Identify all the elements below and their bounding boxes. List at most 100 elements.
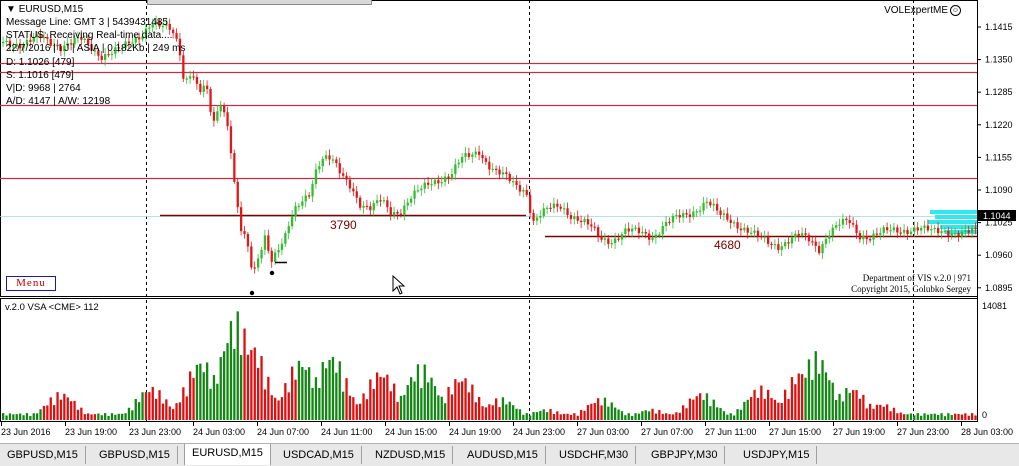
- candle-body: [597, 227, 600, 237]
- volume-bar: [8, 413, 12, 420]
- info-line: STATUS: Receiving Real-time data....: [6, 30, 173, 42]
- volume-bar: [158, 390, 161, 420]
- chart-canvas[interactable]: 3790 4680 1.1415 1.1350 1.1285 1.1220 1.1155…: [0, 0, 1019, 465]
- symbol-title[interactable]: ▼ EURUSD,M15: [6, 3, 83, 16]
- volume-bar: [882, 406, 885, 420]
- candle-body: [229, 126, 233, 154]
- candle-body: [892, 227, 896, 231]
- candle-body: [362, 205, 365, 208]
- candle-body: [974, 228, 977, 230]
- volume-bar: [246, 354, 250, 420]
- swing-low-marker: [249, 290, 255, 296]
- candle-body: [780, 246, 783, 250]
- volume-bar: [365, 399, 369, 420]
- volume-max-label: 14081: [982, 301, 1007, 311]
- volume-bar: [420, 388, 423, 420]
- candle-body: [913, 227, 916, 232]
- candle-body: [947, 230, 950, 237]
- candle-body: [284, 233, 287, 244]
- candle-body: [777, 244, 780, 250]
- volume-bar: [216, 383, 219, 420]
- candle-body: [903, 229, 906, 233]
- volume-bar: [512, 405, 515, 420]
- tab-gbpusd-m15[interactable]: GBPUSD,M15: [0, 446, 86, 464]
- candle-body: [593, 226, 596, 228]
- candle-body: [450, 174, 454, 179]
- candle-body: [739, 228, 743, 231]
- volume-bar: [107, 415, 110, 420]
- volume-bar: [699, 393, 702, 420]
- time-tick-label: 27 Jun 23:00: [897, 427, 949, 437]
- volume-bar: [53, 405, 56, 420]
- volume-bar: [321, 362, 324, 420]
- volume-bar: [937, 414, 940, 420]
- expert-badge[interactable]: VOLExpertME ☺: [884, 5, 961, 16]
- tab-gbpjpy-m30[interactable]: GBPJPY,M30: [644, 446, 726, 464]
- tab-usdchf-m30[interactable]: USDCHF,M30: [552, 446, 637, 464]
- volume-bar: [25, 413, 29, 420]
- volume-bar: [32, 413, 35, 420]
- volume-bar: [552, 414, 556, 420]
- volume-bar: [433, 386, 437, 420]
- tab-eurusd-m15[interactable]: EURUSD,M15: [184, 444, 271, 465]
- candle-body: [770, 243, 773, 246]
- volume-bar: [518, 409, 522, 420]
- candle-body: [675, 214, 678, 217]
- volume-bar: [753, 389, 756, 420]
- time-tick-label: 27 Jun 03:00: [577, 427, 629, 437]
- candle-body: [280, 243, 284, 250]
- candle-body: [365, 205, 369, 208]
- tab-audusd-m15[interactable]: AUDUSD,M15: [460, 446, 546, 464]
- candle-body: [960, 231, 964, 237]
- tab-usdcad-m15[interactable]: USDCAD,M15: [276, 446, 362, 464]
- volume-bar: [889, 411, 892, 420]
- volume-bar: [219, 357, 222, 420]
- candle-body: [291, 215, 294, 227]
- candle-body: [369, 206, 372, 211]
- volume-bar: [270, 395, 273, 420]
- candle-body: [678, 214, 681, 218]
- candle-body: [930, 228, 933, 231]
- volume-bar: [821, 360, 824, 420]
- volume-bar: [42, 405, 46, 420]
- candle-body: [651, 237, 654, 240]
- volume-bar: [685, 408, 688, 420]
- tab-gbpusd-m15[interactable]: GBPUSD,M15: [92, 446, 178, 464]
- candle-body: [552, 203, 556, 209]
- candle-body: [916, 227, 919, 231]
- candle-body: [243, 231, 246, 235]
- volume-bar: [498, 407, 501, 420]
- info-line: 22/7/2016 | I J | ASIA | 0.182Kb | 249 m…: [6, 43, 186, 55]
- candle-body: [501, 172, 505, 175]
- tab-usdjpy-m15[interactable]: USDJPY,M15: [736, 446, 818, 464]
- volume-bar: [413, 381, 416, 420]
- tab-nzdusd-m15[interactable]: NZDUSD,M15: [368, 446, 454, 464]
- volume-bar: [794, 384, 797, 420]
- volume-bar: [386, 374, 389, 420]
- candle-body: [304, 195, 307, 202]
- menu-button[interactable]: Menu: [6, 276, 56, 291]
- candle-body: [603, 238, 607, 240]
- volume-bar: [600, 405, 603, 420]
- volume-bar: [634, 413, 637, 420]
- volume-bar: [331, 356, 335, 420]
- candle-body: [518, 185, 522, 192]
- volume-bar: [294, 379, 297, 420]
- volume-bar: [263, 389, 267, 420]
- candle-body: [909, 231, 913, 234]
- candle-body: [886, 227, 889, 231]
- volume-bar: [396, 401, 399, 420]
- volume-bar: [767, 389, 770, 420]
- volume-bar: [675, 412, 678, 420]
- volume-bar: [192, 377, 195, 420]
- candle-body: [787, 242, 790, 244]
- volume-bar: [93, 414, 97, 420]
- candle-body: [634, 227, 637, 229]
- price-tick-label: 1.1415: [985, 22, 1013, 32]
- candle-body: [950, 233, 953, 237]
- mouse-cursor-icon: [392, 275, 406, 295]
- volume-bar: [617, 409, 620, 420]
- volume-bar: [403, 394, 406, 420]
- candle-body: [535, 217, 539, 221]
- volume-bar: [80, 407, 83, 420]
